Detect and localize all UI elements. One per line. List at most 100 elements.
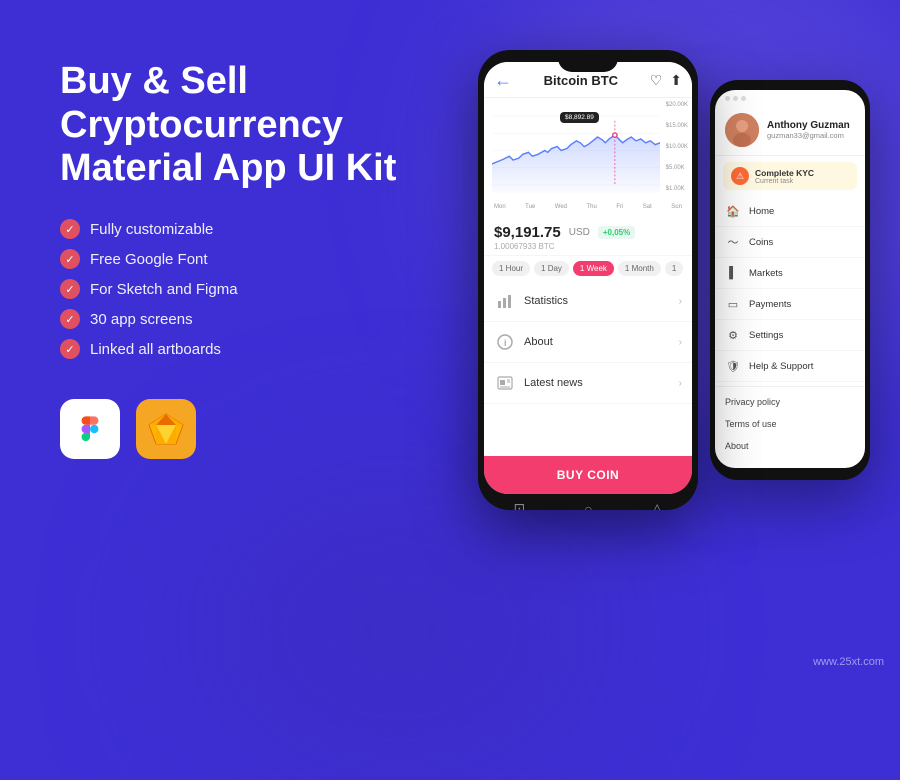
second-menu-markets[interactable]: ▌ Markets: [715, 258, 865, 289]
time-filter-1w[interactable]: 1 Week: [573, 261, 614, 276]
left-section: Buy & SellCryptocurrencyMaterial App UI …: [60, 60, 400, 459]
kyc-subtitle: Current task: [755, 178, 814, 185]
second-header: [715, 90, 865, 107]
second-menu-help[interactable]: 🛡 Help & Support: [715, 351, 865, 382]
user-email: guzman33@gmail.com: [767, 131, 850, 140]
check-icon: ✓: [60, 339, 80, 359]
second-menu-home[interactable]: 🏠 Home: [715, 196, 865, 227]
feature-label: Linked all artboards: [90, 341, 221, 358]
help-icon: 🛡: [725, 358, 741, 374]
news-icon: [494, 372, 516, 394]
x-label: Sat: [643, 204, 652, 210]
kyc-warning-icon: ⚠: [731, 167, 749, 185]
price-btc: 1.00067933 BTC: [494, 242, 682, 251]
x-label: Mon: [494, 204, 506, 210]
kyc-title: Complete KYC: [755, 168, 814, 178]
second-menu-settings[interactable]: ⚙ Settings: [715, 320, 865, 351]
user-name: Anthony Guzman: [767, 120, 850, 131]
time-filter-more[interactable]: 1: [665, 261, 683, 276]
phone-nav-bar: ⊡ ○ △: [484, 494, 692, 510]
x-label: Wed: [555, 204, 567, 210]
coins-icon: 〜: [725, 234, 741, 250]
check-icon: ✓: [60, 279, 80, 299]
user-profile: Anthony Guzman guzman33@gmail.com: [715, 107, 865, 156]
time-filter-1d[interactable]: 1 Day: [534, 261, 569, 276]
y-label: $1.00K: [666, 186, 688, 192]
check-icon: ✓: [60, 309, 80, 329]
y-label: $20.00K: [666, 102, 688, 108]
user-avatar: [725, 113, 759, 147]
second-menu-coins[interactable]: 〜 Coins: [715, 227, 865, 258]
kyc-banner[interactable]: ⚠ Complete KYC Current task: [723, 162, 857, 190]
time-filters: 1 Hour 1 Day 1 Week 1 Month 1: [484, 256, 692, 281]
y-label: $15.00K: [666, 123, 688, 129]
chevron-icon: ›: [679, 337, 682, 348]
feature-label: Fully customizable: [90, 221, 213, 238]
info-icon: i: [494, 331, 516, 353]
markets-icon: ▌: [725, 265, 741, 281]
share-icon[interactable]: ⬆: [670, 72, 682, 89]
figma-icon: [60, 399, 120, 459]
feature-item: ✓ 30 app screens: [60, 309, 400, 329]
svg-text:i: i: [504, 338, 507, 348]
coins-label: Coins: [749, 237, 773, 248]
time-filter-1h[interactable]: 1 Hour: [492, 261, 530, 276]
x-label: Sun: [671, 204, 682, 210]
chart-y-labels: $20.00K $15.00K $10.00K $5.00K $1.00K: [666, 102, 688, 192]
phone-second: Anthony Guzman guzman33@gmail.com ⚠ Comp…: [710, 80, 870, 480]
privacy-policy-link[interactable]: Privacy policy: [715, 391, 865, 413]
chart-x-labels: Mon Tue Wed Thu Fri Sat Sun: [492, 204, 684, 210]
second-menu-payments[interactable]: ▭ Payments: [715, 289, 865, 320]
nav-back-icon[interactable]: △: [652, 500, 663, 510]
x-label: Fri: [616, 204, 623, 210]
main-title: Buy & SellCryptocurrencyMaterial App UI …: [60, 60, 400, 191]
phone-header: ← Bitcoin BTC ♡ ⬆: [484, 62, 692, 98]
price-info: $9,191.75 USD +0,05% 1.00067933 BTC: [484, 218, 692, 256]
x-label: Tue: [525, 204, 535, 210]
check-icon: ✓: [60, 219, 80, 239]
nav-home-icon[interactable]: ○: [584, 501, 592, 511]
payments-icon: ▭: [725, 296, 741, 312]
y-label: $10.00K: [666, 144, 688, 150]
phone-screen: ← Bitcoin BTC ♡ ⬆ $20.00K $15.00K $10.00…: [484, 62, 692, 494]
feature-label: Free Google Font: [90, 251, 208, 268]
home-label: Home: [749, 206, 774, 217]
menu-item-news[interactable]: Latest news ›: [484, 363, 692, 404]
buy-coin-button[interactable]: BUY COIN: [484, 456, 692, 494]
price-change: +0,05%: [598, 226, 635, 239]
menu-item-statistics[interactable]: Statistics ›: [484, 281, 692, 322]
feature-label: 30 app screens: [90, 311, 193, 328]
nav-recent-icon[interactable]: ⊡: [514, 500, 526, 510]
time-filter-1m[interactable]: 1 Month: [618, 261, 661, 276]
price-currency: USD: [569, 227, 590, 238]
tool-icons: [60, 399, 400, 459]
x-label: Thu: [586, 204, 596, 210]
chevron-icon: ›: [679, 296, 682, 307]
chart-area: $20.00K $15.00K $10.00K $5.00K $1.00K: [484, 98, 692, 218]
features-list: ✓ Fully customizable ✓ Free Google Font …: [60, 219, 400, 359]
phone-action-icons: ♡ ⬆: [650, 72, 682, 89]
terms-link[interactable]: Terms of use: [715, 413, 865, 435]
menu-list: Statistics › i About ›: [484, 281, 692, 456]
feature-item: ✓ For Sketch and Figma: [60, 279, 400, 299]
phone-main: ← Bitcoin BTC ♡ ⬆ $20.00K $15.00K $10.00…: [478, 50, 698, 510]
feature-item: ✓ Fully customizable: [60, 219, 400, 239]
settings-icon: ⚙: [725, 327, 741, 343]
phone-coin-title: Bitcoin BTC: [544, 73, 618, 88]
back-icon[interactable]: ←: [494, 70, 512, 91]
second-screen: Anthony Guzman guzman33@gmail.com ⚠ Comp…: [715, 90, 865, 468]
price-tooltip: $8,892.89: [560, 112, 599, 123]
feature-item: ✓ Free Google Font: [60, 249, 400, 269]
settings-label: Settings: [749, 330, 783, 341]
phones-container: ← Bitcoin BTC ♡ ⬆ $20.00K $15.00K $10.00…: [478, 50, 870, 510]
help-label: Help & Support: [749, 361, 813, 372]
payments-label: Payments: [749, 299, 791, 310]
about-link[interactable]: About: [715, 435, 865, 457]
statistics-label: Statistics: [524, 295, 568, 307]
heart-icon[interactable]: ♡: [650, 72, 663, 89]
feature-item: ✓ Linked all artboards: [60, 339, 400, 359]
feature-label: For Sketch and Figma: [90, 281, 238, 298]
menu-item-about[interactable]: i About ›: [484, 322, 692, 363]
price-value: $9,191.75: [494, 224, 561, 241]
news-label: Latest news: [524, 377, 583, 389]
